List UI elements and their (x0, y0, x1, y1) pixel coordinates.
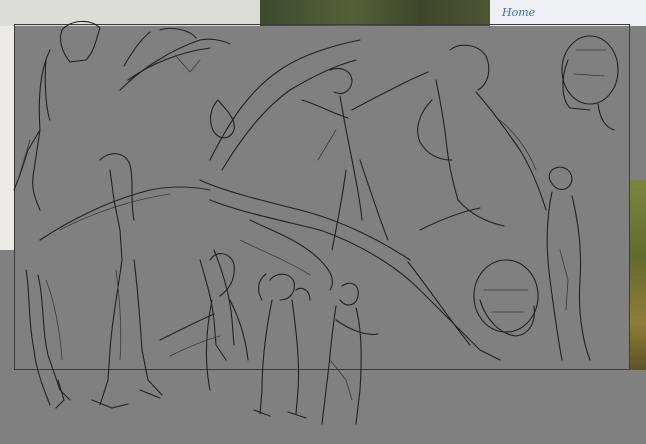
figure-bottom-mid (321, 282, 379, 425)
figure-crouching-right (417, 44, 547, 231)
figure-standing-left (91, 153, 163, 409)
figure-flying-top (119, 27, 231, 91)
figure-sketch-drawing (13, 20, 619, 425)
figure-head-mid-right (473, 259, 539, 337)
figure-bottom-center (253, 273, 311, 419)
figure-head-top-right (561, 35, 619, 131)
figure-aiming-right (301, 67, 429, 251)
figure-far-left (13, 20, 101, 409)
figure-standing-far-right (546, 166, 591, 361)
